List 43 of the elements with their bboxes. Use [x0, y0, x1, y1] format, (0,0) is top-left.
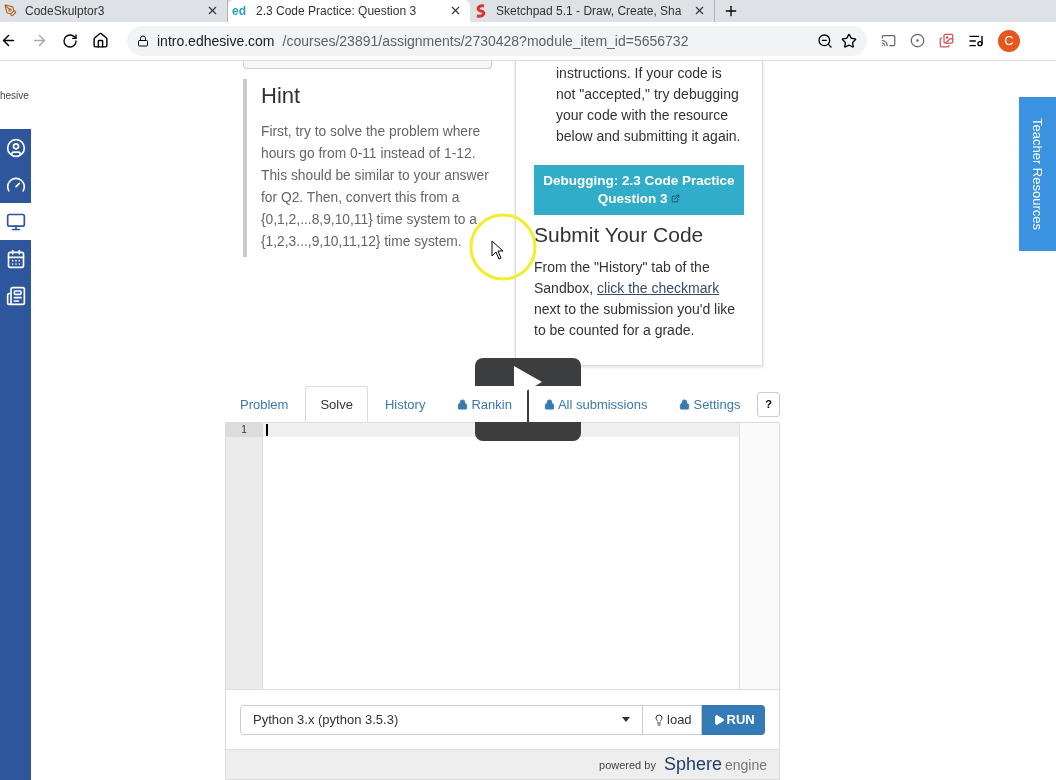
site-logo: ed	[232, 3, 247, 18]
language-dropdown[interactable]: Python 3.x (python 3.5.3)	[240, 704, 644, 735]
circle-icon[interactable]	[910, 33, 925, 49]
lightbulb-icon	[653, 713, 665, 726]
star-icon[interactable]	[841, 32, 857, 49]
sidebar-item[interactable]	[0, 203, 31, 240]
external-link-icon	[671, 194, 681, 203]
code-tab[interactable]: Solve	[305, 386, 368, 422]
reload-icon[interactable]	[62, 32, 78, 49]
monitor-icon	[5, 211, 26, 232]
home-icon[interactable]	[92, 32, 109, 50]
site-logo: hesive	[0, 89, 29, 101]
hint-text: First, try to solve the problem where hours go from 0-11 instead of 1-12. This should be similar to your answer for Q2. Then, convert this from a {0,1,2,...8,9,10,11} time system to a {1,2,3...,9,10,11,12} time system.	[261, 123, 490, 251]
lock-icon	[137, 34, 149, 47]
line-number: 1	[226, 423, 262, 437]
zoom-out-icon[interactable]	[817, 32, 833, 49]
powered-by-text: powered by	[599, 758, 656, 771]
help-button[interactable]: ?	[757, 391, 780, 417]
caret-icon	[622, 717, 631, 722]
run-button[interactable]: RUN	[702, 704, 765, 735]
document-icon	[5, 285, 26, 306]
mouse-pointer-icon	[491, 240, 505, 260]
browser-tab[interactable]: Sketchpad 5.1 - Draw, Create, Sha	[470, 0, 715, 22]
hint-title: Hint	[261, 83, 302, 109]
play-icon	[712, 713, 725, 726]
swirl-icon	[474, 3, 488, 18]
avatar-icon	[5, 137, 26, 158]
text-cursor	[266, 424, 268, 436]
calendar-icon	[5, 248, 26, 269]
engine-logo-suffix: engine	[724, 757, 767, 773]
code-editor[interactable]: 1	[225, 422, 780, 690]
cast-icon[interactable]	[881, 33, 896, 49]
browser-tab[interactable]: ed 2.3 Code Practice: Question 3	[228, 0, 470, 22]
load-button[interactable]: load	[643, 704, 703, 735]
submit-text: From the "History" tab of the Sandbox, click the checkmark next to the submission you'd like to be counted for a grade.	[534, 258, 737, 340]
checkmark-link[interactable]: click the checkmark	[597, 280, 720, 296]
address-bar[interactable]: intro.edhesive.com /courses/23891/assignments/2730428?module_item_id=5656732	[127, 25, 867, 56]
profile-avatar[interactable]: C	[998, 29, 1020, 52]
instructions-text: instructions. If your code is not "accepted," try debugging your code with the resource below and submitting it again.	[555, 64, 742, 146]
pen-icon	[4, 4, 17, 18]
images-icon[interactable]	[939, 33, 954, 49]
engine-logo: Sphere	[663, 754, 722, 775]
submit-heading: Submit Your Code	[534, 223, 705, 247]
